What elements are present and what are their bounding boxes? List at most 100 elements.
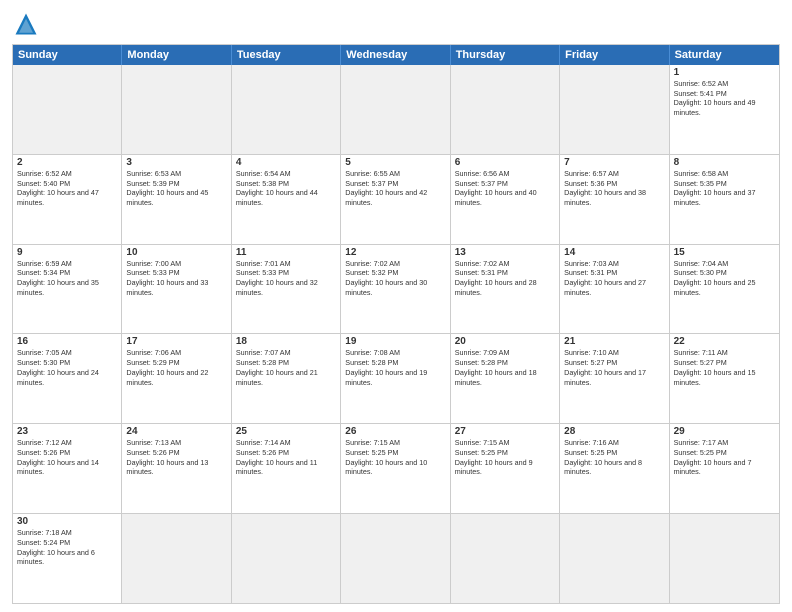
day-number: 7: [564, 157, 664, 168]
calendar-row-2: 9Sunrise: 6:59 AM Sunset: 5:34 PM Daylig…: [13, 245, 779, 335]
cell-info: Sunrise: 6:52 AM Sunset: 5:40 PM Dayligh…: [17, 169, 117, 208]
calendar-cell: 27Sunrise: 7:15 AM Sunset: 5:25 PM Dayli…: [451, 424, 560, 513]
calendar-cell: 20Sunrise: 7:09 AM Sunset: 5:28 PM Dayli…: [451, 334, 560, 423]
calendar-cell: [232, 65, 341, 154]
calendar-cell: 17Sunrise: 7:06 AM Sunset: 5:29 PM Dayli…: [122, 334, 231, 423]
calendar-cell: 8Sunrise: 6:58 AM Sunset: 5:35 PM Daylig…: [670, 155, 779, 244]
calendar-cell: 2Sunrise: 6:52 AM Sunset: 5:40 PM Daylig…: [13, 155, 122, 244]
calendar-cell: [670, 514, 779, 603]
cell-info: Sunrise: 7:11 AM Sunset: 5:27 PM Dayligh…: [674, 348, 775, 387]
calendar-row-4: 23Sunrise: 7:12 AM Sunset: 5:26 PM Dayli…: [13, 424, 779, 514]
calendar-row-5: 30Sunrise: 7:18 AM Sunset: 5:24 PM Dayli…: [13, 514, 779, 603]
calendar-cell: 4Sunrise: 6:54 AM Sunset: 5:38 PM Daylig…: [232, 155, 341, 244]
calendar-cell: 24Sunrise: 7:13 AM Sunset: 5:26 PM Dayli…: [122, 424, 231, 513]
day-number: 1: [674, 67, 775, 78]
calendar-cell: 7Sunrise: 6:57 AM Sunset: 5:36 PM Daylig…: [560, 155, 669, 244]
weekday-header-monday: Monday: [122, 45, 231, 65]
day-number: 15: [674, 247, 775, 258]
calendar-cell: 1Sunrise: 6:52 AM Sunset: 5:41 PM Daylig…: [670, 65, 779, 154]
day-number: 11: [236, 247, 336, 258]
cell-info: Sunrise: 7:16 AM Sunset: 5:25 PM Dayligh…: [564, 438, 664, 477]
cell-info: Sunrise: 7:15 AM Sunset: 5:25 PM Dayligh…: [345, 438, 445, 477]
cell-info: Sunrise: 6:52 AM Sunset: 5:41 PM Dayligh…: [674, 79, 775, 118]
calendar-cell: [13, 65, 122, 154]
calendar-cell: 14Sunrise: 7:03 AM Sunset: 5:31 PM Dayli…: [560, 245, 669, 334]
cell-info: Sunrise: 6:56 AM Sunset: 5:37 PM Dayligh…: [455, 169, 555, 208]
calendar-cell: 12Sunrise: 7:02 AM Sunset: 5:32 PM Dayli…: [341, 245, 450, 334]
calendar-cell: 15Sunrise: 7:04 AM Sunset: 5:30 PM Dayli…: [670, 245, 779, 334]
day-number: 5: [345, 157, 445, 168]
calendar-row-1: 2Sunrise: 6:52 AM Sunset: 5:40 PM Daylig…: [13, 155, 779, 245]
cell-info: Sunrise: 7:08 AM Sunset: 5:28 PM Dayligh…: [345, 348, 445, 387]
weekday-header-saturday: Saturday: [670, 45, 779, 65]
header: [12, 10, 780, 38]
cell-info: Sunrise: 7:12 AM Sunset: 5:26 PM Dayligh…: [17, 438, 117, 477]
weekday-header-sunday: Sunday: [13, 45, 122, 65]
calendar-cell: 25Sunrise: 7:14 AM Sunset: 5:26 PM Dayli…: [232, 424, 341, 513]
calendar-row-0: 1Sunrise: 6:52 AM Sunset: 5:41 PM Daylig…: [13, 65, 779, 155]
calendar-cell: 3Sunrise: 6:53 AM Sunset: 5:39 PM Daylig…: [122, 155, 231, 244]
calendar-cell: 16Sunrise: 7:05 AM Sunset: 5:30 PM Dayli…: [13, 334, 122, 423]
weekday-header-tuesday: Tuesday: [232, 45, 341, 65]
cell-info: Sunrise: 7:10 AM Sunset: 5:27 PM Dayligh…: [564, 348, 664, 387]
calendar-cell: [232, 514, 341, 603]
day-number: 16: [17, 336, 117, 347]
calendar-cell: 29Sunrise: 7:17 AM Sunset: 5:25 PM Dayli…: [670, 424, 779, 513]
calendar-cell: [451, 65, 560, 154]
cell-info: Sunrise: 6:54 AM Sunset: 5:38 PM Dayligh…: [236, 169, 336, 208]
logo: [12, 10, 44, 38]
calendar-cell: 18Sunrise: 7:07 AM Sunset: 5:28 PM Dayli…: [232, 334, 341, 423]
day-number: 13: [455, 247, 555, 258]
cell-info: Sunrise: 6:55 AM Sunset: 5:37 PM Dayligh…: [345, 169, 445, 208]
weekday-header-thursday: Thursday: [451, 45, 560, 65]
calendar-cell: [560, 65, 669, 154]
cell-info: Sunrise: 7:09 AM Sunset: 5:28 PM Dayligh…: [455, 348, 555, 387]
day-number: 8: [674, 157, 775, 168]
calendar-cell: 11Sunrise: 7:01 AM Sunset: 5:33 PM Dayli…: [232, 245, 341, 334]
day-number: 6: [455, 157, 555, 168]
day-number: 18: [236, 336, 336, 347]
day-number: 26: [345, 426, 445, 437]
calendar-cell: 26Sunrise: 7:15 AM Sunset: 5:25 PM Dayli…: [341, 424, 450, 513]
day-number: 20: [455, 336, 555, 347]
cell-info: Sunrise: 7:06 AM Sunset: 5:29 PM Dayligh…: [126, 348, 226, 387]
cell-info: Sunrise: 7:14 AM Sunset: 5:26 PM Dayligh…: [236, 438, 336, 477]
calendar-cell: [122, 65, 231, 154]
calendar-cell: [451, 514, 560, 603]
calendar-cell: 19Sunrise: 7:08 AM Sunset: 5:28 PM Dayli…: [341, 334, 450, 423]
day-number: 17: [126, 336, 226, 347]
cell-info: Sunrise: 6:58 AM Sunset: 5:35 PM Dayligh…: [674, 169, 775, 208]
cell-info: Sunrise: 7:15 AM Sunset: 5:25 PM Dayligh…: [455, 438, 555, 477]
calendar-cell: [341, 65, 450, 154]
calendar: SundayMondayTuesdayWednesdayThursdayFrid…: [12, 44, 780, 604]
calendar-cell: 21Sunrise: 7:10 AM Sunset: 5:27 PM Dayli…: [560, 334, 669, 423]
cell-info: Sunrise: 7:07 AM Sunset: 5:28 PM Dayligh…: [236, 348, 336, 387]
day-number: 4: [236, 157, 336, 168]
cell-info: Sunrise: 7:01 AM Sunset: 5:33 PM Dayligh…: [236, 259, 336, 298]
cell-info: Sunrise: 7:05 AM Sunset: 5:30 PM Dayligh…: [17, 348, 117, 387]
cell-info: Sunrise: 7:03 AM Sunset: 5:31 PM Dayligh…: [564, 259, 664, 298]
cell-info: Sunrise: 7:00 AM Sunset: 5:33 PM Dayligh…: [126, 259, 226, 298]
calendar-row-3: 16Sunrise: 7:05 AM Sunset: 5:30 PM Dayli…: [13, 334, 779, 424]
day-number: 9: [17, 247, 117, 258]
day-number: 25: [236, 426, 336, 437]
calendar-cell: 9Sunrise: 6:59 AM Sunset: 5:34 PM Daylig…: [13, 245, 122, 334]
cell-info: Sunrise: 6:53 AM Sunset: 5:39 PM Dayligh…: [126, 169, 226, 208]
cell-info: Sunrise: 7:17 AM Sunset: 5:25 PM Dayligh…: [674, 438, 775, 477]
day-number: 22: [674, 336, 775, 347]
calendar-body: 1Sunrise: 6:52 AM Sunset: 5:41 PM Daylig…: [13, 65, 779, 603]
calendar-cell: 30Sunrise: 7:18 AM Sunset: 5:24 PM Dayli…: [13, 514, 122, 603]
day-number: 19: [345, 336, 445, 347]
day-number: 23: [17, 426, 117, 437]
day-number: 28: [564, 426, 664, 437]
day-number: 10: [126, 247, 226, 258]
logo-icon: [12, 10, 40, 38]
calendar-cell: [341, 514, 450, 603]
cell-info: Sunrise: 6:57 AM Sunset: 5:36 PM Dayligh…: [564, 169, 664, 208]
day-number: 21: [564, 336, 664, 347]
day-number: 12: [345, 247, 445, 258]
calendar-cell: 5Sunrise: 6:55 AM Sunset: 5:37 PM Daylig…: [341, 155, 450, 244]
weekday-header-friday: Friday: [560, 45, 669, 65]
cell-info: Sunrise: 7:18 AM Sunset: 5:24 PM Dayligh…: [17, 528, 117, 567]
day-number: 29: [674, 426, 775, 437]
